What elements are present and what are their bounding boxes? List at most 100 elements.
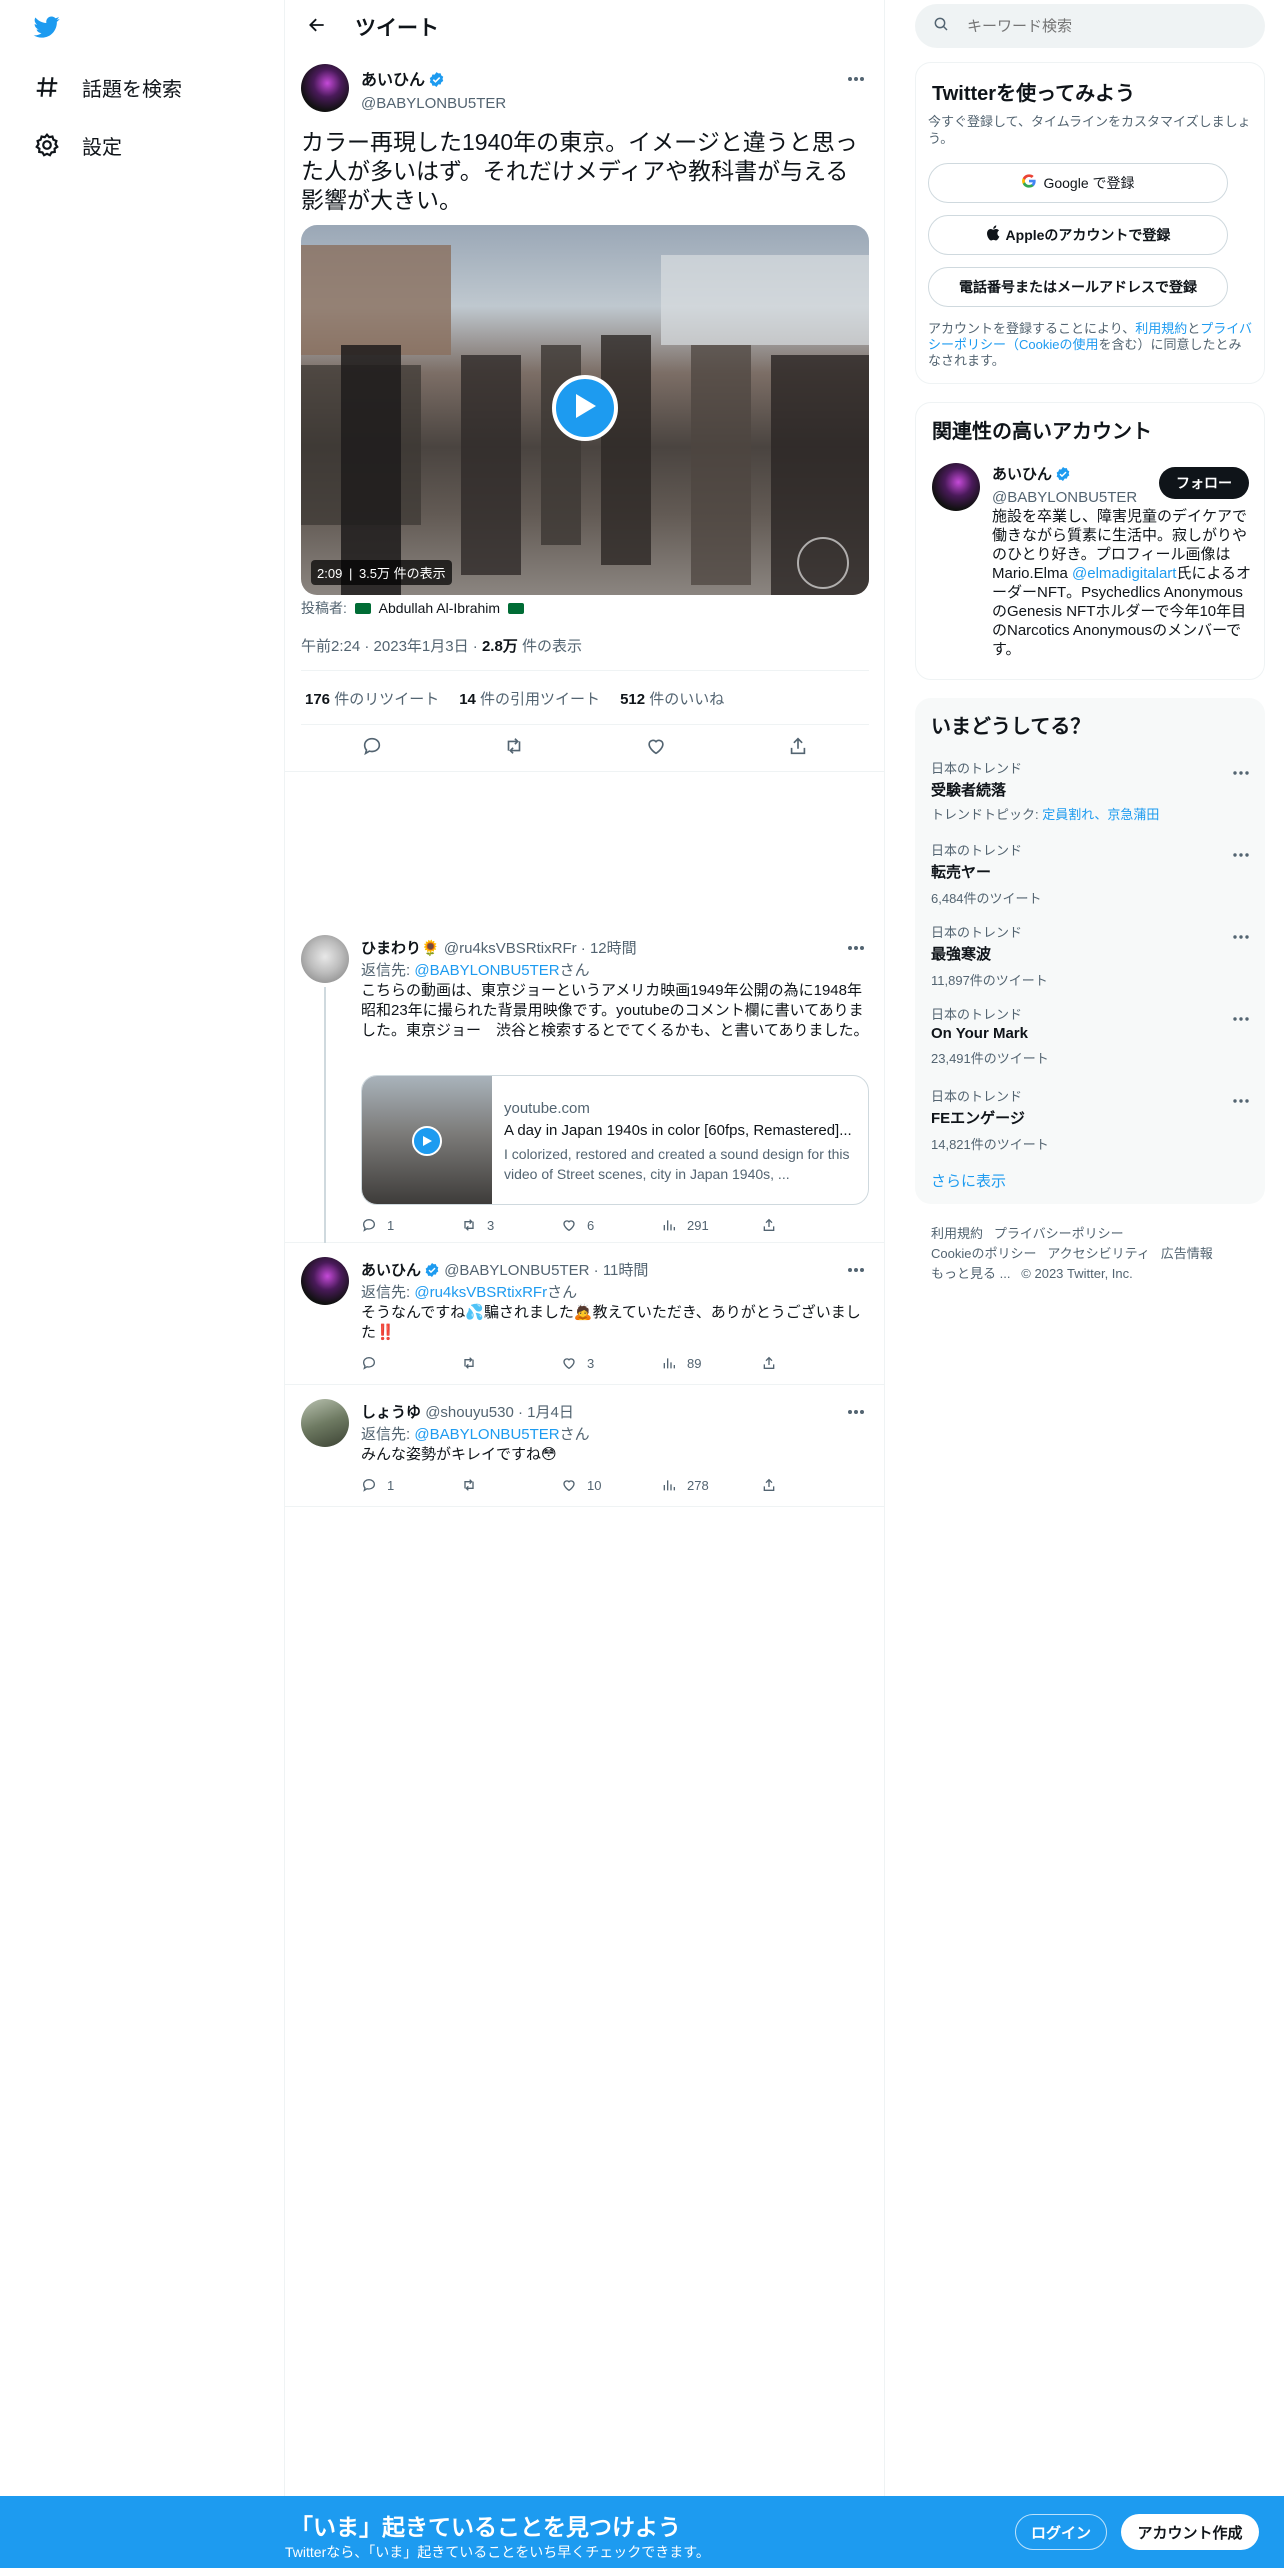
more-dots-icon <box>847 938 865 956</box>
retweet-icon[interactable] <box>503 735 525 762</box>
show-more-link[interactable]: さらに表示 <box>931 1170 1006 1191</box>
retweet-stat[interactable]: 176 件のリツイート <box>305 688 439 709</box>
reply-handle[interactable]: @BABYLONBU5TER <box>444 1262 589 1279</box>
reply-avatar[interactable] <box>301 935 349 983</box>
reply-icon[interactable] <box>361 735 383 762</box>
more-dots-icon[interactable] <box>1233 1008 1249 1026</box>
more-dots-icon[interactable] <box>1233 844 1249 862</box>
more-dots-icon[interactable] <box>1233 762 1249 780</box>
video-watermark <box>797 537 849 589</box>
nav-settings[interactable]: 設定 <box>0 116 285 174</box>
share-button[interactable] <box>761 1355 861 1371</box>
link-card[interactable]: youtube.com A day in Japan 1940s in colo… <box>361 1075 869 1205</box>
like-icon[interactable] <box>645 735 667 762</box>
views-button[interactable]: 278 <box>661 1477 761 1493</box>
share-button[interactable] <box>761 1477 861 1493</box>
reply-time[interactable]: 11時間 <box>603 1262 649 1279</box>
more-dots-icon[interactable] <box>1233 926 1249 944</box>
reply-button[interactable] <box>361 1355 461 1371</box>
bio-mention-link[interactable]: @elmadigitalart <box>1072 565 1176 582</box>
link-card-description: I colorized, restored and created a soun… <box>504 1146 850 1182</box>
login-button[interactable]: ログイン <box>1015 2514 1107 2550</box>
search-input[interactable] <box>967 17 1247 35</box>
retweet-button[interactable] <box>461 1477 561 1493</box>
author-info[interactable]: あいひん @BABYLONBU5TER <box>361 66 506 112</box>
share-button[interactable] <box>761 1217 861 1233</box>
tweet-view-suffix: 件の表示 <box>517 638 582 655</box>
like-button[interactable]: 10 <box>561 1477 661 1493</box>
relevant-avatar[interactable] <box>932 463 980 511</box>
trends-card: いまどうしてる？ 日本のトレンド 受験者続落 トレンドトピック: 定員割れ、京急… <box>915 698 1265 1204</box>
apple-signup-button[interactable]: Appleのアカウントで登録 <box>928 215 1228 255</box>
reply-time[interactable]: 12時間 <box>590 940 637 957</box>
retweet-button[interactable]: 3 <box>461 1217 561 1233</box>
link-card-domain: youtube.com <box>504 1100 590 1117</box>
footer-link[interactable]: プライバシーポリシー <box>994 1226 1124 1241</box>
relevant-name: あいひん <box>992 466 1053 483</box>
google-signup-button[interactable]: Google で登録 <box>928 163 1228 203</box>
more-dots-icon[interactable] <box>1233 1090 1249 1108</box>
reply-time[interactable]: 1月4日 <box>527 1404 574 1421</box>
nav-explore-label: 話題を検索 <box>82 78 182 101</box>
reply-name[interactable]: ひまわり <box>361 940 421 957</box>
reply-handle[interactable]: @shouyu530 <box>425 1404 514 1421</box>
relevant-user[interactable]: あいひん @BABYLONBU5TER <box>992 463 1137 506</box>
back-button[interactable] <box>299 9 335 45</box>
twitter-logo-icon[interactable] <box>32 14 62 45</box>
reply-button[interactable]: 1 <box>361 1217 461 1233</box>
trend-item[interactable]: 日本のトレンド 受験者続落 トレンドトピック: 定員割れ、京急蒲田 <box>915 748 1265 830</box>
reply-tweet[interactable]: しょうゆ @shouyu530 · 1月4日 返信先: @BABYLONBU5T… <box>285 1385 885 1507</box>
reply-tweet[interactable]: あいひん @BABYLONBU5TER · 11時間 返信先: @ru4ksVB… <box>285 1243 885 1385</box>
tweet-timestamp[interactable]: 午前2:24 · 2023年1月3日 · 2.8万 件の表示 <box>301 635 582 656</box>
trend-item[interactable]: 日本のトレンド 最強寒波 11,897件のツイート <box>915 912 1265 994</box>
like-stat[interactable]: 512 件のいいね <box>620 688 724 709</box>
trend-item[interactable]: 日本のトレンド FEエンゲージ 14,821件のツイート <box>915 1076 1265 1158</box>
footer-link[interactable]: Cookieのポリシー <box>931 1246 1036 1261</box>
signup-title: Twitterを使ってみよう <box>932 83 1136 105</box>
reply-tweet[interactable]: ひまわり🌻 @ru4ksVBSRtixRFr · 12時間 返信先: @BABY… <box>285 925 885 1243</box>
bottom-signup-bar: 「いま」起きていることを見つけよう Twitterなら、「いま」起きていることを… <box>0 2496 1284 2568</box>
trend-item[interactable]: 日本のトレンド 転売ヤー 6,484件のツイート <box>915 830 1265 912</box>
reply-button[interactable]: 1 <box>361 1477 461 1493</box>
reply-to-link[interactable]: @BABYLONBU5TER <box>414 962 559 979</box>
views-button[interactable]: 89 <box>661 1355 761 1371</box>
center-column: ツイート あいひん @BABYLONBU5TER カラー再現した1940年の東京… <box>285 0 885 2500</box>
reply-more-button[interactable] <box>841 1259 871 1279</box>
reply-to-link[interactable]: @ru4ksVBSRtixRFr <box>414 1284 547 1301</box>
like-button[interactable]: 6 <box>561 1217 661 1233</box>
reply-avatar[interactable] <box>301 1399 349 1447</box>
footer-link[interactable]: 広告情報 <box>1161 1246 1213 1261</box>
follow-button[interactable]: フォロー <box>1159 467 1249 499</box>
nav-explore[interactable]: 話題を検索 <box>0 58 285 116</box>
quote-stat[interactable]: 14 件の引用ツイート <box>459 688 600 709</box>
footer-link[interactable]: アクセシビリティ <box>1047 1246 1150 1261</box>
reply-more-button[interactable] <box>841 1401 871 1421</box>
retweet-button[interactable] <box>461 1355 561 1371</box>
reply-handle[interactable]: @ru4ksVBSRtixRFr <box>444 940 577 957</box>
relevant-bio: 施設を卒業し、障害児童のデイケアで働きながら質素に生活中。寂しがりやのひとり好き… <box>992 508 1252 658</box>
more-options-button[interactable] <box>841 68 871 88</box>
search-box[interactable] <box>915 4 1265 48</box>
reply-more-button[interactable] <box>841 937 871 957</box>
phone-email-signup-button[interactable]: 電話番号またはメールアドレスで登録 <box>928 267 1228 307</box>
views-button[interactable]: 291 <box>661 1217 761 1233</box>
trend-item[interactable]: 日本のトレンド On Your Mark 23,491件のツイート <box>915 994 1265 1076</box>
footer-link[interactable]: 利用規約 <box>931 1226 983 1241</box>
play-button[interactable] <box>552 375 618 441</box>
like-button[interactable]: 3 <box>561 1355 661 1371</box>
hashtag-icon <box>34 74 60 100</box>
terms-link[interactable]: 利用規約 <box>1135 321 1187 336</box>
footer-more-link[interactable]: もっと見る ... <box>931 1266 1010 1281</box>
copyright: © 2023 Twitter, Inc. <box>1021 1266 1133 1281</box>
relevant-title: 関連性の高いアカウント <box>932 421 1152 443</box>
reply-name[interactable]: あいひん <box>361 1262 421 1279</box>
poster-name[interactable]: Abdullah Al-Ibrahim <box>379 600 500 616</box>
tweet-video[interactable]: 2:09 | 3.5万 件の表示 <box>301 225 869 595</box>
reply-to-link[interactable]: @BABYLONBU5TER <box>414 1426 559 1443</box>
reply-name[interactable]: しょうゆ <box>361 1404 421 1421</box>
create-account-button[interactable]: アカウント作成 <box>1121 2514 1259 2550</box>
reply-avatar[interactable] <box>301 1257 349 1305</box>
share-icon[interactable] <box>787 735 809 762</box>
divider <box>301 670 869 671</box>
author-avatar[interactable] <box>301 64 349 112</box>
